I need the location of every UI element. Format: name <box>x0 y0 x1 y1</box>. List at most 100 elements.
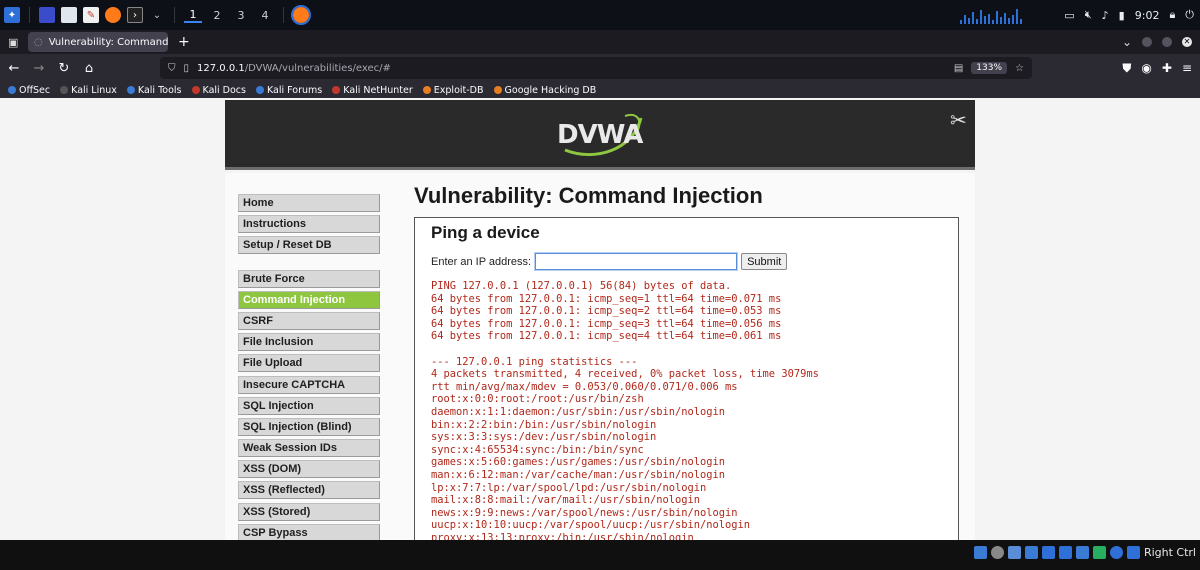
ip-label: Enter an IP address: <box>431 255 532 268</box>
bookmark-google-hacking-db[interactable]: Google Hacking DB <box>493 85 596 96</box>
output-line: sys:x:3:3:sys:/dev:/usr/sbin/nologin <box>431 431 657 444</box>
menu-item-home[interactable]: Home <box>238 194 380 212</box>
pen-icon[interactable] <box>1041 546 1055 559</box>
menu-item-brute-force[interactable]: Brute Force <box>238 269 380 288</box>
maximize-button[interactable] <box>1162 37 1172 47</box>
menu-item-sql-injection-blind[interactable]: SQL Injection (Blind) <box>238 417 380 436</box>
kali-forums-icon <box>255 86 264 94</box>
url-host: 127.0.0.1 <box>197 62 245 74</box>
submit-button[interactable]: Submit <box>741 253 788 270</box>
page-info-icon[interactable]: ▯ <box>184 63 190 74</box>
menu-item-file-upload[interactable]: File Upload <box>238 354 380 373</box>
shared-folder-icon[interactable] <box>1024 546 1038 559</box>
kali-docs-icon <box>191 86 200 94</box>
bookmark-kali-forums[interactable]: Kali Forums <box>255 85 322 96</box>
keyboard-icon[interactable] <box>1126 546 1140 559</box>
output-line: daemon:x:1:1:daemon:/usr/sbin:/usr/sbin/… <box>431 405 726 418</box>
forward-button[interactable]: → <box>28 61 50 76</box>
kali-menu-icon[interactable]: ✦ <box>4 7 20 23</box>
reload-button[interactable]: ↻ <box>53 61 75 76</box>
workspace-1[interactable]: 1 <box>184 8 202 23</box>
bookmark-kali-linux[interactable]: Kali Linux <box>60 85 117 96</box>
mute-icon[interactable]: 🔇︎ <box>1085 8 1092 22</box>
network-icon[interactable] <box>1092 546 1106 559</box>
account-icon[interactable]: ◉ <box>1141 61 1151 76</box>
tab-command-injection[interactable]: ◌ Vulnerability: Command I × <box>28 32 168 52</box>
url-bar[interactable]: ⛉ ▯ 127.0.0.1/DVWA/vulnerabilities/exec/… <box>160 57 1032 79</box>
bookmark-offsec[interactable]: OffSec <box>8 85 50 96</box>
firefox-window-icon[interactable] <box>291 5 311 25</box>
terminal-icon[interactable]: › <box>127 7 143 23</box>
globe-icon[interactable] <box>1109 546 1123 559</box>
cpu-graph <box>960 6 1030 24</box>
new-tab-button[interactable]: + <box>178 34 190 50</box>
battery-icon[interactable]: ▮ <box>1119 9 1125 22</box>
tab-overview-icon[interactable]: ▣ <box>8 36 18 49</box>
menu-item-xss-dom[interactable]: XSS (DOM) <box>238 460 380 479</box>
file-manager-icon[interactable] <box>61 7 77 23</box>
menu-item-setup-reset-db[interactable]: Setup / Reset DB <box>238 236 380 255</box>
menu-item-instructions[interactable]: Instructions <box>238 215 380 234</box>
shield-icon[interactable]: ⛉ <box>168 63 176 74</box>
menu-item-xss-reflected[interactable]: XSS (Reflected) <box>238 481 380 500</box>
menu-item-file-inclusion[interactable]: File Inclusion <box>238 333 380 352</box>
display-icon[interactable] <box>1058 546 1072 559</box>
menu-gap <box>238 258 380 270</box>
home-button[interactable]: ⌂ <box>78 61 100 76</box>
exploit-db-icon <box>422 86 431 94</box>
menu-item-insecure-captcha[interactable]: Insecure CAPTCHA <box>238 375 380 394</box>
usb-icon[interactable] <box>1007 546 1021 559</box>
bookmark-kali-tools[interactable]: Kali Tools <box>126 85 182 96</box>
menu-icon[interactable]: ≡ <box>1182 61 1192 76</box>
screen-icon[interactable] <box>1075 546 1089 559</box>
output-line: sync:x:4:65534:sync:/bin:/bin/sync <box>431 443 644 456</box>
nav-bar: ← → ↻ ⌂ ⛉ ▯ 127.0.0.1/DVWA/vulnerabiliti… <box>0 54 1200 82</box>
minimize-button[interactable] <box>1142 37 1152 47</box>
dvwa-logo[interactable]: DVWA <box>555 110 645 160</box>
menu-item-csrf[interactable]: CSRF <box>238 311 380 330</box>
menu-item-xss-stored[interactable]: XSS (Stored) <box>238 502 380 521</box>
zoom-level[interactable]: 133% <box>971 62 1008 74</box>
output-line: root:x:0:0:root:/root:/usr/bin/zsh <box>431 393 644 406</box>
workspace-3[interactable]: 3 <box>232 9 250 22</box>
monitor-icon[interactable]: ▭ <box>1064 9 1074 22</box>
bookmark-kali-nethunter[interactable]: Kali NetHunter <box>332 85 413 96</box>
firefox-icon[interactable] <box>105 7 121 23</box>
settings-icon[interactable]: ✂ <box>950 108 967 132</box>
desktop-icon[interactable] <box>39 7 55 23</box>
reader-view-icon[interactable]: ▤ <box>954 63 963 74</box>
bookmark-kali-docs[interactable]: Kali Docs <box>191 85 246 96</box>
bookmarks-bar: OffSec Kali Linux Kali Tools Kali Docs K… <box>0 82 1200 98</box>
back-button[interactable]: ← <box>3 61 25 76</box>
menu-item-command-injection[interactable]: Command Injection <box>238 290 380 309</box>
lock-icon[interactable]: 🔒︎ <box>1169 8 1175 22</box>
output-line: --- 127.0.0.1 ping statistics --- <box>431 355 638 368</box>
chevron-down-icon[interactable]: ⌄ <box>1122 35 1132 49</box>
offsec-icon <box>8 86 16 94</box>
output-line: 64 bytes from 127.0.0.1: icmp_seq=2 ttl=… <box>431 305 782 318</box>
output-line: 64 bytes from 127.0.0.1: icmp_seq=4 ttl=… <box>431 330 782 343</box>
power-icon[interactable]: ⏻ <box>1185 8 1194 22</box>
extensions-icon[interactable]: ✚ <box>1162 61 1172 76</box>
disc-icon[interactable] <box>990 546 1004 559</box>
bookmark-star-icon[interactable]: ☆ <box>1015 63 1024 74</box>
workspace-2[interactable]: 2 <box>208 9 226 22</box>
url-path: /DVWA/vulnerabilities/exec/# <box>244 62 391 74</box>
vbox-icon[interactable] <box>973 546 987 559</box>
ping-form: Enter an IP address: Submit <box>431 253 788 270</box>
kali-nethunter-icon <box>332 86 341 94</box>
pocket-icon[interactable]: ⛊ <box>1122 61 1131 76</box>
bookmark-exploit-db[interactable]: Exploit-DB <box>422 85 484 96</box>
side-menu: Home Instructions Setup / Reset DB Brute… <box>238 194 380 545</box>
workspace-4[interactable]: 4 <box>256 9 274 22</box>
menu-item-sql-injection[interactable]: SQL Injection <box>238 396 380 415</box>
chevron-down-icon[interactable]: ⌄ <box>149 7 165 23</box>
page-title: Vulnerability: Command Injection <box>414 183 763 208</box>
clock[interactable]: 9:02 <box>1135 9 1160 22</box>
menu-item-weak-session-ids[interactable]: Weak Session IDs <box>238 439 380 458</box>
ip-input[interactable] <box>535 253 738 270</box>
close-window-button[interactable]: ✕ <box>1182 37 1192 47</box>
text-editor-icon[interactable]: ✎ <box>83 7 99 23</box>
bell-icon[interactable]: ♪ <box>1102 9 1109 22</box>
